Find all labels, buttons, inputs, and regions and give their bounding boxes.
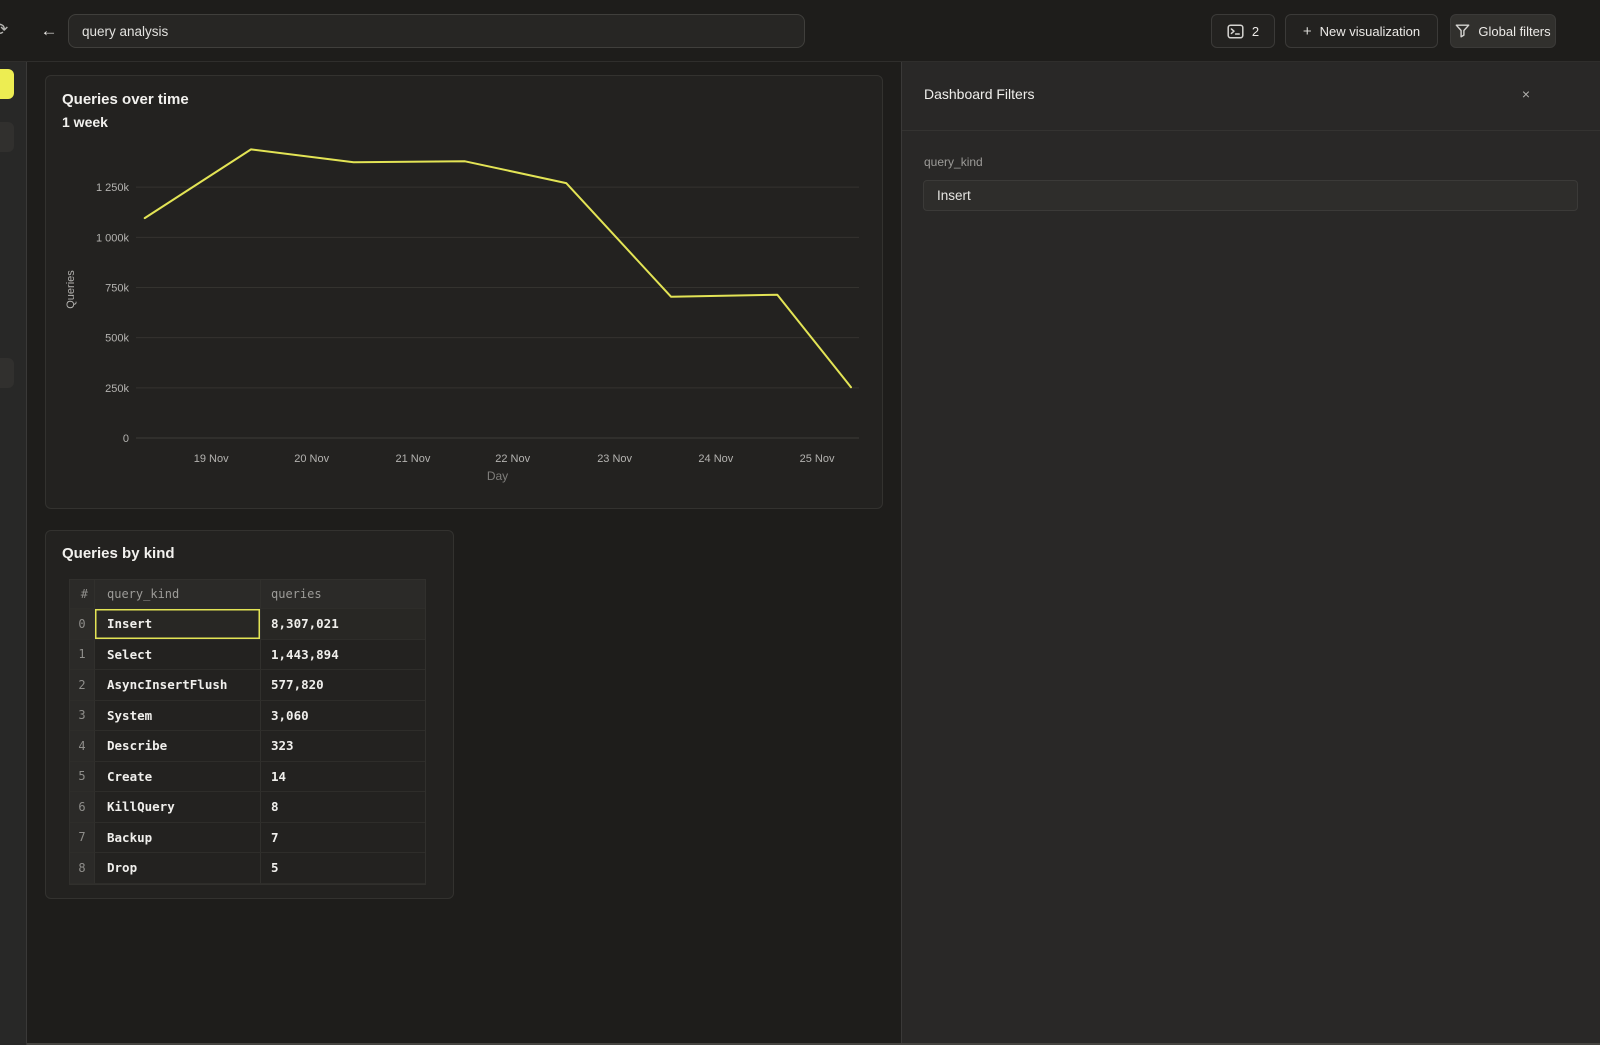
global-filters-label: Global filters xyxy=(1478,24,1550,39)
queries-count-cell[interactable]: 8,307,021 xyxy=(260,609,425,640)
query-kind-cell[interactable]: KillQuery xyxy=(94,792,260,823)
x-tick-label: 21 Nov xyxy=(395,453,430,465)
query-kind-cell[interactable]: System xyxy=(94,701,260,732)
table-row[interactable]: 5Create14 xyxy=(70,762,425,793)
queries-by-kind-table: #query_kindqueries0Insert8,307,0211Selec… xyxy=(69,579,426,885)
query-kind-cell[interactable]: Describe xyxy=(94,731,260,762)
x-tick-label: 25 Nov xyxy=(800,453,835,465)
row-index-cell[interactable]: 0 xyxy=(70,609,94,640)
query-kind-filter-input[interactable] xyxy=(923,180,1578,211)
queries-line-series xyxy=(145,149,851,387)
sidebar-item-3[interactable] xyxy=(0,358,14,388)
refresh-icon[interactable]: ⟳ xyxy=(0,20,8,40)
sidebar-item-2[interactable] xyxy=(0,122,14,152)
funnel-filter-icon xyxy=(1455,24,1470,38)
new-visualization-button[interactable]: + New visualization xyxy=(1285,14,1438,48)
x-tick-label: 19 Nov xyxy=(194,453,229,465)
y-tick-label: 1 000k xyxy=(96,232,130,244)
table-row[interactable]: 7Backup7 xyxy=(70,823,425,854)
row-index-cell[interactable]: 7 xyxy=(70,823,94,854)
query-kind-cell[interactable]: Insert xyxy=(94,609,260,640)
row-index-cell[interactable]: 8 xyxy=(70,853,94,884)
row-index-cell[interactable]: 2 xyxy=(70,670,94,701)
sql-console-button[interactable]: 2 xyxy=(1211,14,1275,48)
y-tick-label: 750k xyxy=(105,282,129,294)
table-header-row: #query_kindqueries xyxy=(70,580,425,609)
queries-count-cell[interactable]: 577,820 xyxy=(260,670,425,701)
row-index-cell[interactable]: 1 xyxy=(70,640,94,671)
sidebar-item-active-dashboard[interactable] xyxy=(0,69,14,99)
table-row[interactable]: 0Insert8,307,021 xyxy=(70,609,425,640)
table-row[interactable]: 4Describe323 xyxy=(70,731,425,762)
x-tick-label: 24 Nov xyxy=(698,453,733,465)
queries-count-cell[interactable]: 5 xyxy=(260,853,425,884)
x-tick-label: 22 Nov xyxy=(495,453,530,465)
new-visualization-label: New visualization xyxy=(1320,24,1420,39)
col-header-queries[interactable]: queries xyxy=(260,580,425,609)
close-icon[interactable]: × xyxy=(1516,84,1536,104)
col-header-query-kind[interactable]: query_kind xyxy=(94,580,260,609)
query-kind-cell[interactable]: Drop xyxy=(94,853,260,884)
query-kind-cell[interactable]: Select xyxy=(94,640,260,671)
sql-console-icon xyxy=(1227,24,1244,39)
query-kind-cell[interactable]: Create xyxy=(94,762,260,793)
table-title: Queries by kind xyxy=(62,545,175,562)
table-row[interactable]: 2AsyncInsertFlush577,820 xyxy=(70,670,425,701)
table-row[interactable]: 8Drop5 xyxy=(70,853,425,884)
dashboard-canvas: Queries over time 1 week 0250k500k750k1 … xyxy=(27,62,901,1045)
global-filters-button[interactable]: Global filters xyxy=(1450,14,1556,48)
queries-count-cell[interactable]: 3,060 xyxy=(260,701,425,732)
x-tick-label: 20 Nov xyxy=(294,453,329,465)
x-axis-title: Day xyxy=(487,469,508,483)
back-button[interactable]: ← xyxy=(38,20,60,42)
left-sidebar-rail xyxy=(0,62,27,1045)
row-index-cell[interactable]: 3 xyxy=(70,701,94,732)
y-tick-label: 1 250k xyxy=(96,182,130,194)
row-index-cell[interactable]: 5 xyxy=(70,762,94,793)
dashboard-filters-panel: Dashboard Filters × query_kind xyxy=(901,62,1600,1045)
y-axis-title: Queries xyxy=(65,270,77,309)
queries-count-cell[interactable]: 1,443,894 xyxy=(260,640,425,671)
col-header-index[interactable]: # xyxy=(70,580,94,609)
y-tick-label: 500k xyxy=(105,333,129,345)
dashboard-title-input[interactable] xyxy=(68,14,805,48)
table-row[interactable]: 6KillQuery8 xyxy=(70,792,425,823)
y-tick-label: 0 xyxy=(123,433,129,445)
table-row[interactable]: 3System3,060 xyxy=(70,701,425,732)
top-bar: ⟳ ← 2 + New visualization Global filters xyxy=(0,0,1600,62)
row-index-cell[interactable]: 4 xyxy=(70,731,94,762)
x-tick-label: 23 Nov xyxy=(597,453,632,465)
console-count: 2 xyxy=(1252,24,1259,39)
queries-over-time-chart: 0 250k 500k 750k 1 000k 1 250k 19 Nov 20 Nov 21 … xyxy=(46,76,884,510)
query-kind-cell[interactable]: AsyncInsertFlush xyxy=(94,670,260,701)
queries-over-time-card[interactable]: Queries over time 1 week 0250k500k750k1 … xyxy=(45,75,883,509)
queries-count-cell[interactable]: 8 xyxy=(260,792,425,823)
queries-count-cell[interactable]: 323 xyxy=(260,731,425,762)
queries-count-cell[interactable]: 14 xyxy=(260,762,425,793)
plus-icon: + xyxy=(1303,23,1312,40)
queries-by-kind-card[interactable]: Queries by kind #query_kindqueries0Inser… xyxy=(45,530,454,899)
row-index-cell[interactable]: 6 xyxy=(70,792,94,823)
queries-count-cell[interactable]: 7 xyxy=(260,823,425,854)
query-kind-field-label: query_kind xyxy=(924,155,983,169)
table-row[interactable]: 1Select1,443,894 xyxy=(70,640,425,671)
y-tick-label: 250k xyxy=(105,383,129,395)
panel-divider xyxy=(902,130,1600,131)
query-kind-cell[interactable]: Backup xyxy=(94,823,260,854)
filters-panel-title: Dashboard Filters xyxy=(924,86,1035,102)
